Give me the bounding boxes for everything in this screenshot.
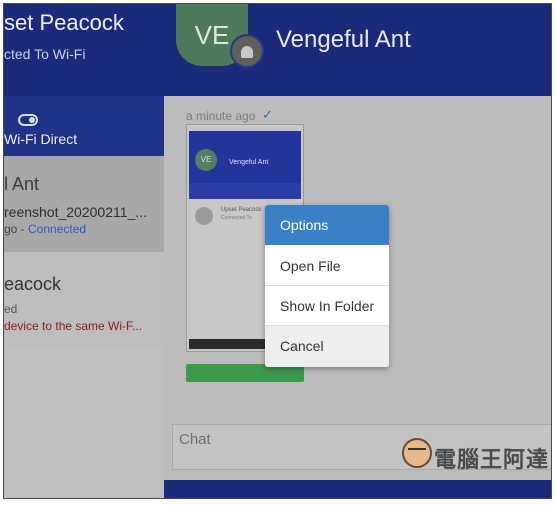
peer-name: Vengeful Ant xyxy=(276,26,411,53)
app-window: set Peacock cted To Wi-Fi Wi-Fi Direct l… xyxy=(3,3,552,499)
status-prefix: go - xyxy=(4,222,29,236)
wifi-direct-bar: Wi-Fi Direct xyxy=(4,96,164,156)
last-file-name: reenshot_20200211_... xyxy=(4,204,147,220)
menu-item-show-in-folder[interactable]: Show In Folder xyxy=(265,286,389,326)
menu-item-open-file[interactable]: Open File xyxy=(265,246,389,286)
device-name: eacock xyxy=(4,274,62,294)
watermark: 電腦王阿達 xyxy=(402,438,551,478)
mascot-icon xyxy=(402,438,432,468)
device-list-item[interactable]: eacock ed device to the same Wi-F... xyxy=(4,252,164,348)
left-header: set Peacock cted To Wi-Fi xyxy=(4,4,164,96)
device-list-panel: set Peacock cted To Wi-Fi Wi-Fi Direct l… xyxy=(4,4,164,498)
thumbnail-item-name: Upset Peacock xyxy=(221,207,262,213)
chat-placeholder: Chat xyxy=(179,431,211,448)
check-icon: ✓ xyxy=(262,107,273,122)
thumbnail-avatar: VE xyxy=(195,149,217,171)
message-timestamp: a minute ago xyxy=(186,109,256,123)
thumbnail-item-avatar xyxy=(195,207,213,225)
chat-header: VE Vengeful Ant xyxy=(164,4,551,96)
bottom-bar xyxy=(164,480,551,498)
local-device-name: set Peacock xyxy=(4,10,124,35)
device-list-item[interactable]: l Ant reenshot_20200211_... go - Connect… xyxy=(4,156,164,252)
thumbnail-item-status: Connected To xyxy=(221,215,252,221)
watermark-text: 電腦王阿達 xyxy=(434,447,550,472)
thumbnail-peer-name: Vengeful Ant xyxy=(229,159,269,166)
device-name: l Ant xyxy=(4,174,40,194)
menu-item-cancel[interactable]: Cancel xyxy=(265,326,389,367)
android-icon xyxy=(230,34,264,68)
context-menu: Options Open File Show In Folder Cancel xyxy=(265,205,389,367)
device-error-message: device to the same Wi-F... xyxy=(4,319,143,333)
device-list-empty-area xyxy=(4,348,164,498)
toggle-icon[interactable] xyxy=(18,114,38,126)
wifi-direct-label: Wi-Fi Direct xyxy=(4,131,78,147)
menu-item-options[interactable]: Options xyxy=(265,205,389,245)
device-status: ed xyxy=(4,302,18,316)
thumbnail-band xyxy=(189,183,301,199)
device-status: go - Connected xyxy=(4,222,86,236)
connected-status: Connected xyxy=(28,222,87,236)
connection-subtitle: cted To Wi-Fi xyxy=(4,46,86,62)
